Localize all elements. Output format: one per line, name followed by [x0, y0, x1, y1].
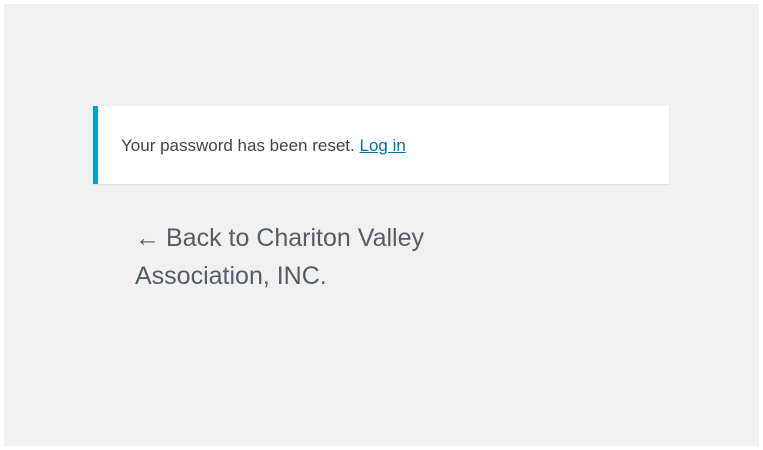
notice-message: Your password has been reset.	[121, 136, 355, 155]
notice-text: Your password has been reset. Log in	[121, 136, 406, 156]
back-arrow-icon: ←	[135, 224, 160, 252]
back-to-site-link[interactable]: ← Back to Chariton Valley Association, IN…	[135, 219, 555, 295]
back-to-site-label: Back to Chariton Valley Association, INC…	[135, 224, 424, 290]
login-link[interactable]: Log in	[359, 136, 405, 155]
login-page: Your password has been reset. Log in ← Ba…	[4, 4, 759, 446]
success-notice: Your password has been reset. Log in	[93, 106, 669, 184]
